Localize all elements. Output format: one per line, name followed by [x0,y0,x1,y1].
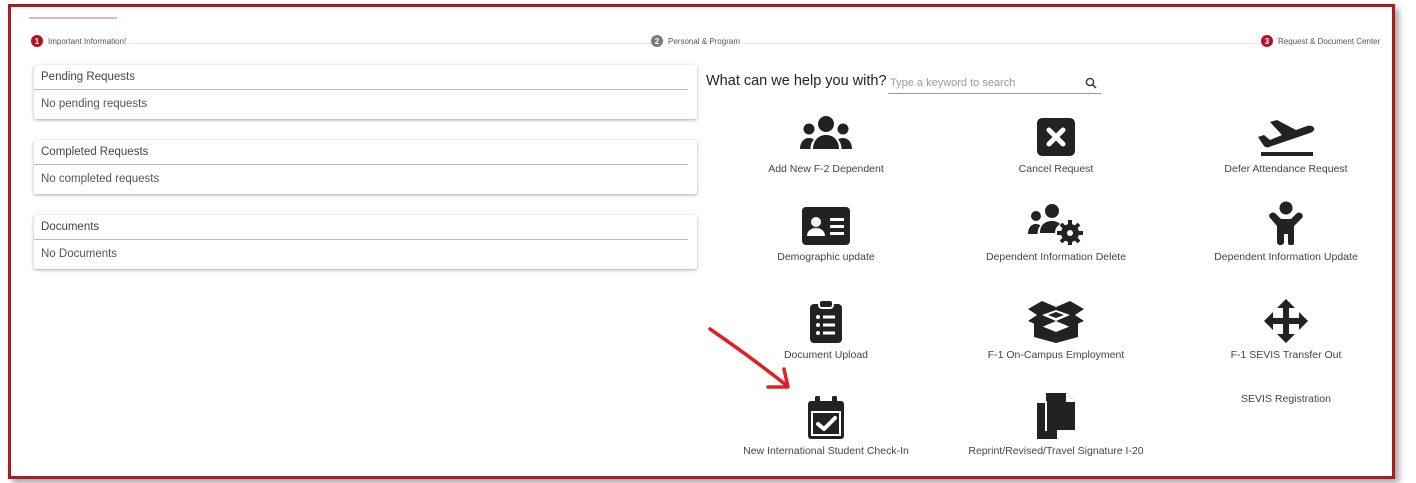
step-personal-program[interactable]: 2 Personal & Program [651,35,745,47]
calendar-check-icon [716,393,936,439]
open-box-icon [946,297,1166,343]
tile-defer-attendance[interactable]: Defer Attendance Request [1176,111,1392,175]
tile-label: F-1 On-Campus Employment [987,349,1125,361]
tile-f1-on-campus-employment[interactable]: F-1 On-Campus Employment [946,297,1166,361]
tile-new-international-student-check-in[interactable]: New International Student Check-In [716,393,936,457]
documents-card: Documents No Documents [34,215,697,269]
tile-add-f2-dependent[interactable]: Add New F-2 Dependent [716,111,936,175]
tile-label: Dependent Information Update [1214,251,1358,263]
step-request-document-center[interactable]: 3 Request & Document Center [1261,35,1385,47]
tile-label: SEVIS Registration [1241,393,1331,405]
card-body: No pending requests [41,98,148,110]
id-card-icon [716,199,936,245]
search-input[interactable] [888,71,1070,93]
move-arrows-icon [1176,297,1392,343]
card-body: No completed requests [41,173,160,185]
pending-requests-card: Pending Requests No pending requests [34,65,697,119]
tile-label: F-1 SEVIS Transfer Out [1230,349,1342,361]
tile-dependent-information-update[interactable]: Dependent Information Update [1176,199,1392,263]
tile-reprint-revised-travel-signature-i20[interactable]: Reprint/Revised/Travel Signature I-20 [946,393,1166,457]
tile-label: New International Student Check-In [743,445,909,457]
tile-label: Dependent Information Delete [985,251,1127,263]
help-heading: What can we help you with? [706,73,887,89]
active-tab-indicator [29,17,117,19]
annotation-arrow-icon [708,327,790,389]
step-number-badge: 3 [1261,35,1273,47]
step-label: Request & Document Center [1278,36,1381,46]
search-icon[interactable] [1085,76,1097,94]
card-title: Completed Requests [34,140,688,165]
step-number-badge: 2 [651,35,663,47]
cancel-box-icon [946,111,1166,157]
tile-label: Reprint/Revised/Travel Signature I-20 [968,445,1144,457]
users-icon [716,111,936,157]
plane-departure-icon [1176,111,1392,157]
child-icon [1176,199,1392,245]
tile-label: Defer Attendance Request [1224,163,1348,175]
step-label: Personal & Program [668,36,741,46]
tile-cancel-request[interactable]: Cancel Request [946,111,1166,175]
completed-requests-card: Completed Requests No completed requests [34,140,697,194]
step-label: Important Information! [48,36,127,46]
tile-dependent-information-delete[interactable]: Dependent Information Delete [946,199,1166,263]
screenshot-frame: 1 Important Information! 2 Personal & Pr… [8,4,1395,479]
tile-label: Demographic update [777,251,875,263]
tile-sevis-registration[interactable]: SEVIS Registration [1176,393,1392,405]
card-body: No Documents [41,248,118,260]
card-title: Pending Requests [34,65,688,90]
card-title: Documents [34,215,688,240]
tile-demographic-update[interactable]: Demographic update [716,199,936,263]
users-gear-icon [946,199,1166,245]
tile-label: Add New F-2 Dependent [768,163,884,175]
step-important-information[interactable]: 1 Important Information! [31,35,131,47]
tile-label: Cancel Request [1018,163,1094,175]
step-number-badge: 1 [31,35,43,47]
tile-f1-sevis-transfer-out[interactable]: F-1 SEVIS Transfer Out [1176,297,1392,361]
search-box [888,71,1101,94]
copy-files-icon [946,393,1166,439]
